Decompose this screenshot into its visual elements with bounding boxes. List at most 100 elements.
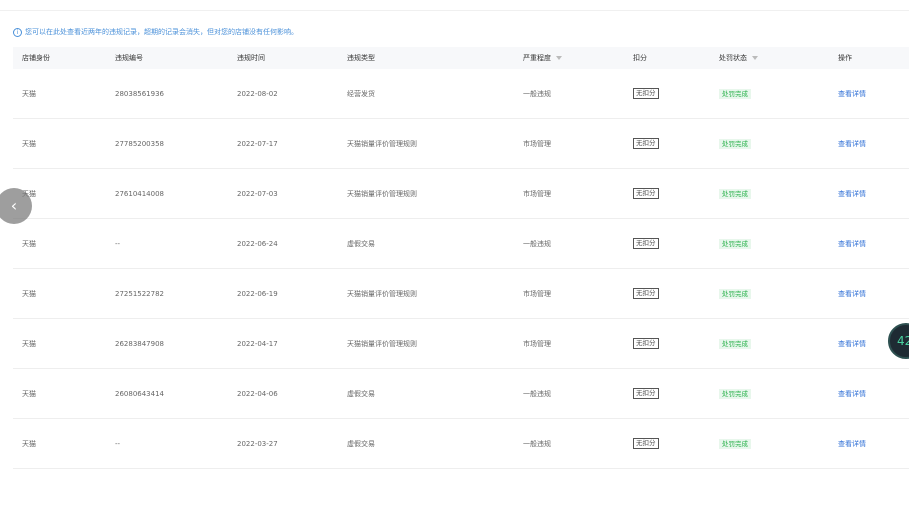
cell-shop: 天猫 — [22, 339, 36, 348]
table-row: 天猫 28038561936 2022-08-02 经营发货 一般违规 无扣分 … — [13, 69, 909, 119]
status-badge: 处罚完成 — [719, 188, 751, 199]
status-badge: 处罚完成 — [719, 88, 751, 99]
deduct-tag: 无扣分 — [633, 438, 659, 449]
cell-status: 处罚完成 — [719, 88, 838, 99]
cell-id: 27251522782 — [115, 289, 164, 298]
info-icon: i — [13, 27, 22, 37]
cell-status: 处罚完成 — [719, 288, 838, 299]
table-row: 天猫 27251522782 2022-06-19 天猫销量评价管理规则 市场管… — [13, 269, 909, 319]
cell-shop: 天猫 — [22, 139, 36, 148]
table-header: 店铺身份 违规编号 违规时间 违规类型 严重程度 扣分 处罚状态 操作 — [13, 47, 909, 69]
cell-action: 查看详情 — [838, 389, 909, 399]
cell-severity: 一般违规 — [523, 239, 551, 248]
status-badge: 处罚完成 — [719, 388, 751, 399]
view-details-link[interactable]: 查看详情 — [838, 90, 866, 98]
view-details-link[interactable]: 查看详情 — [838, 140, 866, 148]
deduct-tag: 无扣分 — [633, 288, 659, 299]
cell-status: 处罚完成 — [719, 238, 838, 249]
view-details-link[interactable]: 查看详情 — [838, 290, 866, 298]
table-row: 天猫 -- 2022-06-24 虚假交易 一般违规 无扣分 处罚完成 查看详情 — [13, 219, 909, 269]
cell-action: 查看详情 — [838, 139, 909, 149]
cell-severity: 市场管理 — [523, 139, 551, 148]
header-deduct: 扣分 — [633, 54, 647, 62]
cell-action: 查看详情 — [838, 239, 909, 249]
filter-icon[interactable] — [752, 56, 758, 60]
chevron-left-icon: ‹ — [10, 196, 18, 215]
cell-action: 查看详情 — [838, 439, 909, 449]
cell-shop: 天猫 — [22, 439, 36, 448]
view-details-link[interactable]: 查看详情 — [838, 190, 866, 198]
cell-severity: 一般违规 — [523, 439, 551, 448]
deduct-tag: 无扣分 — [633, 138, 659, 149]
table-row: 天猫 27610414008 2022-07-03 天猫销量评价管理规则 市场管… — [13, 169, 909, 219]
status-badge: 处罚完成 — [719, 238, 751, 249]
cell-status: 处罚完成 — [719, 388, 838, 399]
deduct-tag: 无扣分 — [633, 338, 659, 349]
cell-type: 虚假交易 — [347, 389, 375, 398]
cell-type: 经营发货 — [347, 89, 375, 98]
cell-deduct: 无扣分 — [633, 88, 719, 99]
cell-deduct: 无扣分 — [633, 438, 719, 449]
cell-id: 27610414008 — [115, 189, 164, 198]
cell-type: 天猫销量评价管理规则 — [347, 339, 417, 348]
view-details-link[interactable]: 查看详情 — [838, 390, 866, 398]
cell-severity: 市场管理 — [523, 289, 551, 298]
cell-type: 天猫销量评价管理规则 — [347, 189, 417, 198]
cell-time: 2022-07-17 — [237, 139, 278, 148]
status-badge: 处罚完成 — [719, 338, 751, 349]
header-action: 操作 — [838, 54, 852, 62]
top-divider — [0, 10, 909, 11]
cell-time: 2022-07-03 — [237, 189, 278, 198]
status-badge: 处罚完成 — [719, 138, 751, 149]
cell-type: 天猫销量评价管理规则 — [347, 289, 417, 298]
cell-time: 2022-06-24 — [237, 239, 278, 248]
header-status: 处罚状态 — [719, 54, 747, 62]
cell-time: 2022-04-17 — [237, 339, 278, 348]
cell-deduct: 无扣分 — [633, 188, 719, 199]
status-badge: 处罚完成 — [719, 288, 751, 299]
header-type: 违规类型 — [347, 54, 375, 62]
cell-deduct: 无扣分 — [633, 288, 719, 299]
cell-time: 2022-03-27 — [237, 439, 278, 448]
view-details-link[interactable]: 查看详情 — [838, 340, 866, 348]
deduct-tag: 无扣分 — [633, 188, 659, 199]
cell-type: 虚假交易 — [347, 239, 375, 248]
floating-widget-text: 42 — [897, 334, 909, 348]
cell-deduct: 无扣分 — [633, 138, 719, 149]
header-status-cell: 处罚状态 — [719, 53, 838, 63]
header-severity-cell: 严重程度 — [523, 53, 633, 63]
cell-severity: 市场管理 — [523, 339, 551, 348]
cell-status: 处罚完成 — [719, 338, 838, 349]
cell-severity: 市场管理 — [523, 189, 551, 198]
cell-shop: 天猫 — [22, 289, 36, 298]
cell-type: 天猫销量评价管理规则 — [347, 139, 417, 148]
cell-id: 27785200358 — [115, 139, 164, 148]
cell-status: 处罚完成 — [719, 438, 838, 449]
view-details-link[interactable]: 查看详情 — [838, 440, 866, 448]
cell-time: 2022-04-06 — [237, 389, 278, 398]
cell-action: 查看详情 — [838, 289, 909, 299]
cell-status: 处罚完成 — [719, 188, 838, 199]
cell-id: -- — [115, 239, 121, 248]
table-row: 天猫 26283847908 2022-04-17 天猫销量评价管理规则 市场管… — [13, 319, 909, 369]
cell-id: -- — [115, 439, 121, 448]
cell-action: 查看详情 — [838, 89, 909, 99]
table-row: 天猫 27785200358 2022-07-17 天猫销量评价管理规则 市场管… — [13, 119, 909, 169]
cell-id: 28038561936 — [115, 89, 164, 98]
view-details-link[interactable]: 查看详情 — [838, 240, 866, 248]
header-shop: 店铺身份 — [22, 54, 50, 62]
cell-severity: 一般违规 — [523, 389, 551, 398]
header-time: 违规时间 — [237, 54, 265, 62]
filter-icon[interactable] — [556, 56, 562, 60]
cell-time: 2022-08-02 — [237, 89, 278, 98]
deduct-tag: 无扣分 — [633, 238, 659, 249]
cell-time: 2022-06-19 — [237, 289, 278, 298]
header-severity: 严重程度 — [523, 54, 551, 62]
cell-deduct: 无扣分 — [633, 338, 719, 349]
header-id: 违规编号 — [115, 54, 143, 62]
notice-text: 您可以在此处查看近两年的违规记录，超期的记录会消失，但对您的店铺没有任何影响。 — [25, 28, 298, 36]
violation-table: 店铺身份 违规编号 违规时间 违规类型 严重程度 扣分 处罚状态 操作 天猫 2… — [13, 47, 909, 469]
status-badge: 处罚完成 — [719, 438, 751, 449]
cell-deduct: 无扣分 — [633, 238, 719, 249]
table-row: 天猫 26080643414 2022-04-06 虚假交易 一般违规 无扣分 … — [13, 369, 909, 419]
